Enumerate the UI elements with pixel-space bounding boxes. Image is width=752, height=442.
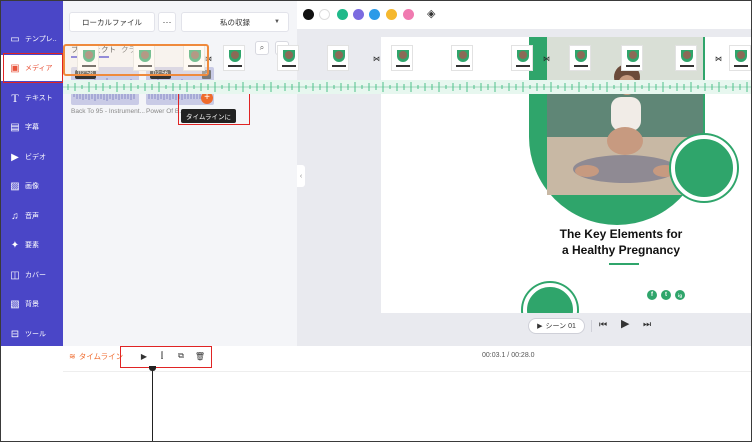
sidebar-item-background[interactable]: ▧ 背景 [1,291,63,317]
toolbox-icon: ⊟ [10,328,20,340]
skip-back-icon[interactable]: ⏮ [599,319,607,330]
timeline-panel: ≋ タイムライン ▶ ⫿ ⧉ 🗑 00:03.1 / 00:28.0 [1,346,751,441]
scene-thumbnail[interactable] [221,43,247,75]
scene-thumbnail[interactable] [389,43,415,75]
sidebar-item-label: テキスト [25,95,53,102]
timeline-label-text: タイムライン [78,352,124,361]
sidebar-item-label: ビデオ [25,154,46,161]
color-swatch-pink[interactable] [403,9,414,20]
color-swatch-blue[interactable] [369,9,380,20]
subtitle-icon: ▤ [10,121,20,133]
sidebar-item-cover[interactable]: ◫ カバー [1,262,63,288]
transition-icon[interactable]: ⋈ [543,55,551,63]
timeline-icon: ≋ [69,352,76,361]
chevron-down-icon: ▼ [274,19,280,25]
paint-bucket-icon[interactable]: ◈ [427,7,435,20]
title-underline [609,263,639,265]
color-toolbar: ◈ [297,1,751,29]
sidebar-item-tools[interactable]: ⊟ ツール [1,321,63,347]
music-icon: ♫ [11,210,19,222]
clip-name: Back To 95 - Instrument... [71,108,145,115]
transition-icon[interactable]: ⋈ [715,55,723,63]
my-collection-label: 私の収録 [220,17,250,27]
sidebar-item-subtitle[interactable]: ▤ 字幕 [1,114,63,140]
sidebar-item-video[interactable]: ▶ ビデオ [1,144,63,170]
scene-thumbnail[interactable] [449,43,475,75]
slide-title-line2[interactable]: a Healthy Pregnancy [541,243,701,257]
sidebar-item-label: ツール [25,331,46,338]
transition-icon[interactable]: ⋈ [373,55,381,63]
scene-thumbnail[interactable] [567,43,593,75]
sidebar-item-elements[interactable]: ✦ 要素 [1,232,63,258]
sidebar-item-image[interactable]: ▨ 画像 [1,173,63,199]
color-swatch-white[interactable] [319,9,330,20]
scene-thumbnail[interactable] [509,43,535,75]
scene-selector[interactable]: ▶ シーン 01 [528,318,585,334]
sidebar-item-label: テンプレ.. [25,36,57,43]
sidebar-item-label: カバー [25,272,46,279]
cover-icon: ◫ [10,269,20,281]
sidebar-item-label: 字幕 [25,124,39,131]
color-swatch-black[interactable] [303,9,314,20]
decor-circle-right [671,135,737,201]
color-swatch-purple[interactable] [353,9,364,20]
sidebar-item-label: 要素 [25,242,39,249]
scene-thumbnail[interactable] [275,43,301,75]
sidebar-item-label: 背景 [25,301,39,308]
play-scene-icon: ▶ [537,323,543,330]
instagram-icon: ig [675,290,685,300]
highlight-tools-box [120,346,212,368]
slide-title-line1[interactable]: The Key Elements for [541,227,701,241]
my-collection-dropdown[interactable]: 私の収録 ▼ [181,12,289,32]
scene-thumbnail[interactable] [325,43,351,75]
twitter-icon: t [661,290,671,300]
sidebar-item-audio[interactable]: ♫ 音声 [1,203,63,229]
highlight-media-box [3,53,63,83]
facebook-icon: f [647,290,657,300]
color-swatch-yellow[interactable] [386,9,397,20]
sidebar-item-label: 画像 [25,183,39,190]
scene-thumbnail[interactable] [619,43,645,75]
sidebar-item-text[interactable]: T テキスト [1,85,63,111]
template-icon: ▭ [10,33,20,45]
more-options-button[interactable]: ··· [158,12,176,32]
timeline-label: ≋ タイムライン [69,351,123,362]
scene-thumbnail[interactable] [727,43,751,75]
sidebar-item-label: 音声 [25,213,39,220]
decor-circle-bottom [523,283,577,313]
audio-waveform-icon [63,82,751,92]
sidebar-item-templates[interactable]: ▭ テンプレ.. [1,26,63,52]
play-icon[interactable]: ▶ [621,317,629,330]
divider [591,320,592,332]
audio-track[interactable] [63,80,751,94]
slide-canvas[interactable]: The Key Elements for a Healthy Pregnancy… [381,37,751,313]
playhead[interactable] [152,366,153,441]
skip-forward-icon[interactable]: ⏭ [643,319,651,330]
selected-scene-group[interactable] [63,44,209,76]
text-icon: T [11,90,19,105]
scene-thumbnail[interactable] [673,43,699,75]
editor-window: ▭ テンプレ.. ▣ メディア T テキスト ▤ 字幕 ▶ ビデオ ▨ 画像 ♫… [0,0,752,442]
collapse-panel-handle[interactable]: ‹ [297,165,305,187]
background-icon: ▧ [10,298,20,310]
image-icon: ▨ [10,180,20,192]
elements-icon: ✦ [10,239,20,251]
video-icon: ▶ [11,151,19,163]
color-swatch-green[interactable] [337,9,348,20]
playhead-handle[interactable] [149,366,156,371]
time-display: 00:03.1 / 00:28.0 [482,352,535,359]
local-files-button[interactable]: ローカルファイル [69,12,155,32]
scene-label: シーン 01 [545,323,576,330]
